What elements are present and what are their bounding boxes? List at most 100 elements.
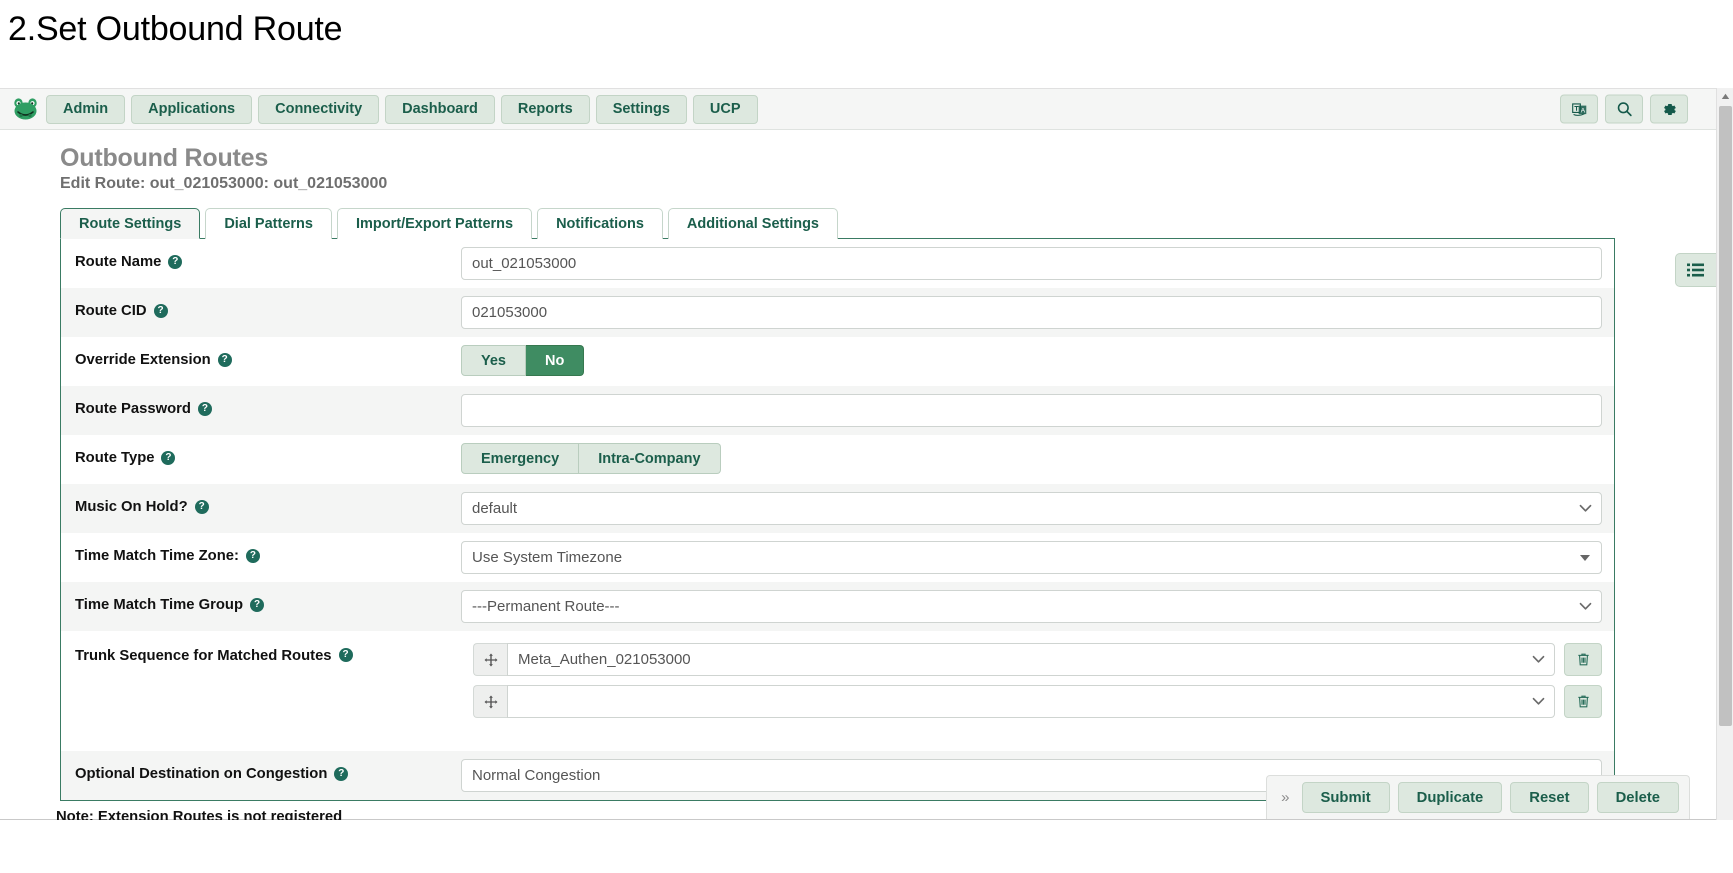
music-on-hold-select[interactable]: default [461,492,1602,525]
tab-route-settings[interactable]: Route Settings [60,208,201,239]
drag-move-icon[interactable] [473,685,507,718]
field-label-trunk-sequence: Trunk Sequence for Matched Routes ? [61,631,461,676]
toggle-label: Emergency [481,450,560,467]
drag-move-icon[interactable] [473,643,507,676]
button-label: Delete [1615,789,1660,806]
field-label-text: Trunk Sequence for Matched Routes [75,648,332,664]
route-password-input[interactable] [461,394,1602,427]
help-icon[interactable]: ? [168,255,183,269]
scrollbar-thumb[interactable] [1719,106,1732,726]
field-control-time-match-time-zone: Use System Timezone [461,533,1614,582]
field-row-time-match-time-zone: Time Match Time Zone: ? Use System Timez… [61,533,1614,582]
field-label-override-extension: Override Extension ? [61,337,461,380]
app-window: Admin Applications Connectivity Dashboar… [0,88,1716,820]
help-icon[interactable]: ? [245,549,260,563]
toggle-label: Yes [481,352,506,369]
select-value: Meta_Authen_021053000 [518,651,691,668]
time-match-time-group-select[interactable]: ---Permanent Route--- [461,590,1602,623]
field-label-route-password: Route Password ? [61,386,461,429]
nav-item-reports[interactable]: Reports [500,94,590,124]
route-cid-input[interactable] [461,296,1602,329]
button-label: Submit [1320,789,1371,806]
nav-item-settings[interactable]: Settings [595,94,687,124]
field-control-route-cid [461,288,1614,337]
help-icon[interactable]: ? [197,402,212,416]
field-label-text: Route Password [75,401,191,417]
nav-item-label: UCP [709,101,741,117]
nav-item-connectivity[interactable]: Connectivity [258,94,380,124]
expand-chevron-icon[interactable]: » [1277,789,1293,806]
toggle-label: Intra-Company [598,450,701,467]
field-control-route-type: Emergency Intra-Company [461,435,1614,482]
button-label: Duplicate [1416,789,1484,806]
help-icon[interactable]: ? [217,353,232,367]
route-settings-panel: Route Name ? Route CID ? [60,239,1615,801]
field-row-route-type: Route Type ? Emergency Intra-Company [61,435,1614,484]
field-label-text: Route CID [75,303,147,319]
route-type-emergency[interactable]: Emergency [461,443,580,474]
help-icon[interactable]: ? [334,767,349,781]
tab-dial-patterns[interactable]: Dial Patterns [205,208,332,239]
vertical-scrollbar[interactable] [1716,88,1733,820]
trunk-select-wrap-2 [507,685,1555,718]
override-extension-no[interactable]: No [526,345,585,376]
route-type-toggle: Emergency Intra-Company [461,443,1602,474]
help-icon[interactable]: ? [250,598,265,612]
nav-item-admin[interactable]: Admin [46,94,126,124]
route-type-intra-company[interactable]: Intra-Company [579,443,721,474]
nav-item-label: Connectivity [275,101,363,117]
nav-item-dashboard[interactable]: Dashboard [385,94,495,124]
top-navbar: Admin Applications Connectivity Dashboar… [0,89,1716,130]
submit-button[interactable]: Submit [1301,782,1390,813]
field-label-route-type: Route Type ? [61,435,461,478]
scroll-up-arrow-icon[interactable] [1717,88,1733,105]
tab-label: Route Settings [79,215,182,232]
nav-item-ucp[interactable]: UCP [692,94,758,124]
delete-button[interactable]: Delete [1596,782,1679,813]
field-row-trunk-sequence: Trunk Sequence for Matched Routes ? Meta… [61,631,1614,751]
search-icon[interactable] [1605,94,1643,124]
page-title: Outbound Routes [60,144,269,172]
translate-icon[interactable]: A [1560,94,1598,124]
tab-bar: Route Settings Dial Patterns Import/Expo… [60,207,1615,239]
trunk-delete-button-2[interactable] [1564,685,1602,718]
field-row-route-cid: Route CID ? [61,288,1614,337]
trunk-select-2[interactable] [507,685,1555,718]
page-heading: 2.Set Outbound Route [8,10,343,48]
help-icon[interactable]: ? [194,500,209,514]
field-control-music-on-hold: default [461,484,1614,533]
override-extension-toggle: Yes No [461,345,1602,376]
field-control-trunk-sequence: Meta_Authen_021053000 [461,631,1614,726]
trunk-sequence-row [473,685,1602,718]
field-label-text: Time Match Time Group [75,597,244,613]
trunk-delete-button-1[interactable] [1564,643,1602,676]
duplicate-button[interactable]: Duplicate [1397,782,1503,813]
field-control-override-extension: Yes No [461,337,1614,384]
music-on-hold-select-wrap: default [461,492,1602,525]
tab-notifications[interactable]: Notifications [537,208,663,239]
route-name-input[interactable] [461,247,1602,280]
field-control-time-match-time-group: ---Permanent Route--- [461,582,1614,631]
select-value: default [472,500,518,517]
field-control-route-password [461,386,1614,435]
nav-item-label: Applications [148,101,236,117]
help-icon[interactable]: ? [153,304,168,318]
nav-item-label: Settings [612,101,670,117]
tab-additional-settings[interactable]: Additional Settings [667,208,838,239]
override-extension-yes[interactable]: Yes [461,345,526,376]
gear-icon[interactable] [1650,94,1688,124]
field-label-text: Music On Hold? [75,499,188,515]
trunk-select-1[interactable]: Meta_Authen_021053000 [507,643,1555,676]
nav-item-label: Dashboard [402,101,478,117]
nav-item-applications[interactable]: Applications [131,94,253,124]
nav-item-label: Reports [517,101,573,117]
form-action-bar: » Submit Duplicate Reset Delete [1266,775,1690,819]
help-icon[interactable]: ? [338,648,353,662]
time-match-time-zone-select[interactable]: Use System Timezone [461,541,1602,574]
help-icon[interactable]: ? [161,451,176,465]
tab-import-export-patterns[interactable]: Import/Export Patterns [336,208,533,239]
list-menu-icon[interactable] [1675,253,1716,287]
reset-button[interactable]: Reset [1510,782,1589,813]
field-row-route-name: Route Name ? [61,239,1614,288]
freepbx-frog-logo-icon[interactable] [10,94,40,124]
